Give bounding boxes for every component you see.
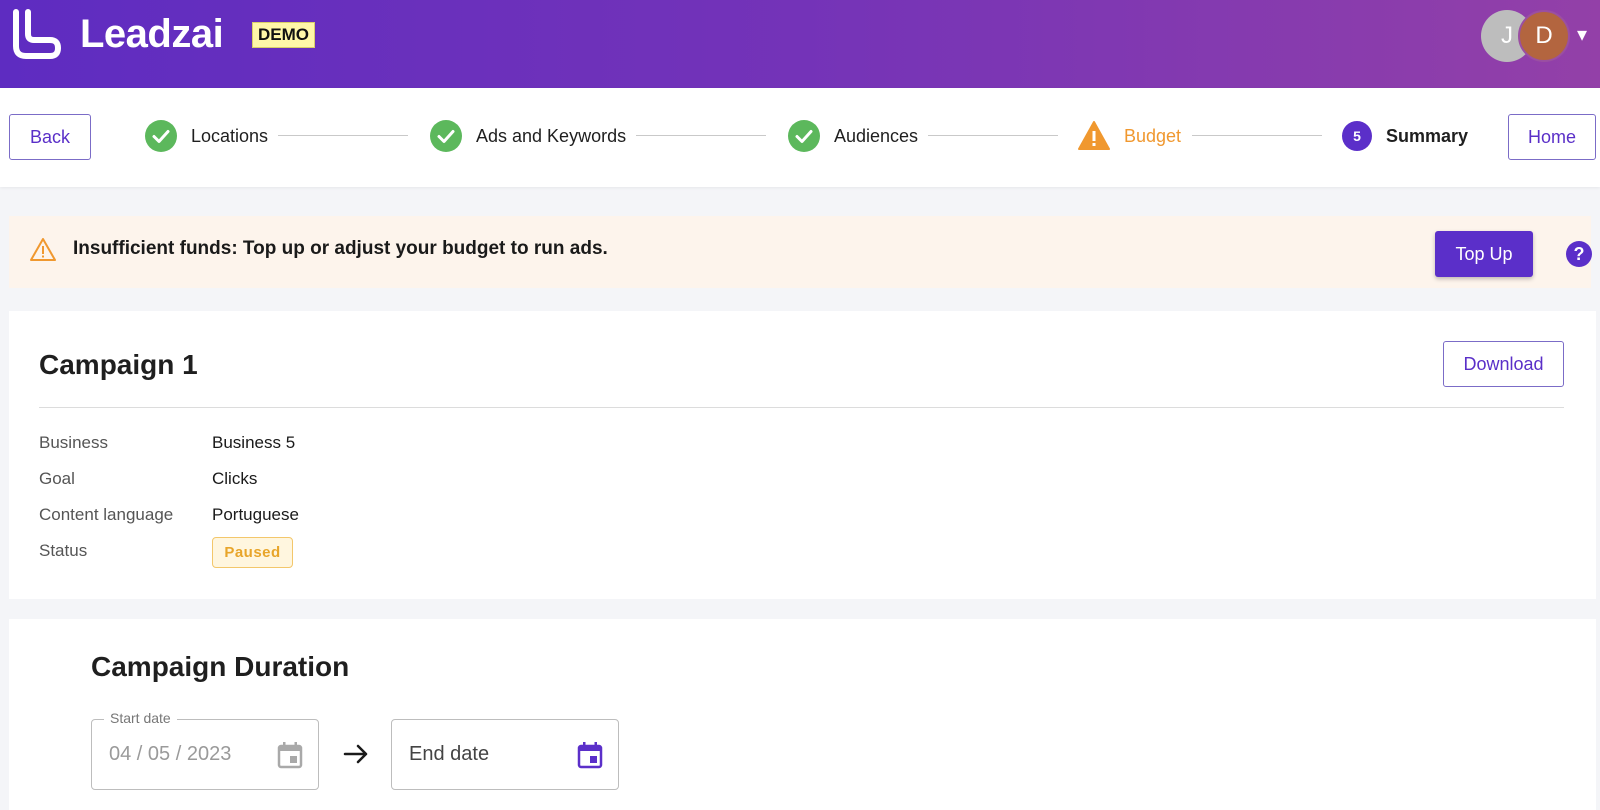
step-label: Budget: [1124, 125, 1182, 146]
end-date-placeholder: End date: [409, 743, 490, 765]
back-button[interactable]: Back: [9, 114, 91, 160]
detail-label: Business: [39, 433, 108, 452]
stepper-bar: Back Locations Ads and Keywords Audience…: [0, 88, 1600, 187]
detail-label: Status: [39, 541, 88, 560]
start-date-value: 04 / 05 / 2023: [109, 743, 232, 765]
calendar-icon[interactable]: [277, 741, 303, 769]
check-circle-icon: [145, 120, 177, 152]
warning-icon: [30, 238, 56, 261]
campaign-duration-card: Campaign Duration Start date 04 / 05 / 2…: [9, 619, 1596, 810]
detail-label: Content language: [39, 505, 174, 524]
campaign-title: Campaign 1: [39, 349, 198, 380]
business-value: Business 5: [212, 433, 296, 452]
download-button[interactable]: Download: [1443, 341, 1564, 387]
divider: [39, 407, 1564, 408]
start-date-field[interactable]: Start date 04 / 05 / 2023: [91, 710, 319, 790]
step-connector: [928, 135, 1058, 136]
step-connector: [636, 135, 766, 136]
step-ads-and-keywords[interactable]: Ads and Keywords: [430, 118, 626, 154]
step-summary[interactable]: 5 Summary: [1342, 118, 1468, 154]
svg-text:?: ?: [1574, 244, 1585, 264]
end-date-field[interactable]: End date: [391, 719, 619, 790]
section-title: Campaign Duration: [91, 651, 350, 682]
step-label: Locations: [191, 125, 269, 146]
campaign-summary-card: Campaign 1 Download Business Business 5 …: [9, 311, 1596, 599]
check-circle-icon: [430, 120, 462, 152]
detail-label: Goal: [39, 469, 75, 488]
step-connector: [1192, 135, 1322, 136]
step-locations[interactable]: Locations: [145, 118, 268, 154]
step-audiences[interactable]: Audiences: [788, 118, 918, 154]
start-date-legend: Start date: [104, 710, 177, 726]
chevron-down-icon[interactable]: ▾: [1577, 22, 1587, 47]
step-number: 5: [1342, 121, 1372, 151]
logo-text[interactable]: Leadzai: [80, 12, 224, 57]
calendar-icon[interactable]: [577, 741, 603, 769]
top-header: Leadzai DEMO J D ▾: [0, 0, 1600, 88]
avatar[interactable]: D: [1518, 10, 1570, 62]
step-label: Summary: [1386, 125, 1469, 146]
arrow-right-icon: [343, 744, 368, 764]
step-connector: [278, 135, 408, 136]
check-circle-icon: [788, 120, 820, 152]
alert-message: Insufficient funds: Top up or adjust you…: [73, 238, 608, 259]
insufficient-funds-alert: Insufficient funds: Top up or adjust you…: [9, 216, 1592, 288]
home-button[interactable]: Home: [1508, 114, 1596, 160]
goal-value: Clicks: [212, 469, 258, 488]
step-label: Ads and Keywords: [476, 125, 627, 146]
status-badge: Paused: [212, 537, 293, 568]
leadzai-logo-icon[interactable]: [6, 6, 62, 66]
help-icon[interactable]: ?: [1566, 241, 1592, 267]
top-up-button[interactable]: Top Up: [1435, 231, 1533, 277]
step-label: Audiences: [834, 125, 919, 146]
warning-triangle-icon: [1078, 121, 1110, 150]
demo-badge: DEMO: [252, 22, 315, 48]
content-language-value: Portuguese: [212, 505, 299, 524]
step-budget[interactable]: Budget: [1078, 118, 1181, 154]
